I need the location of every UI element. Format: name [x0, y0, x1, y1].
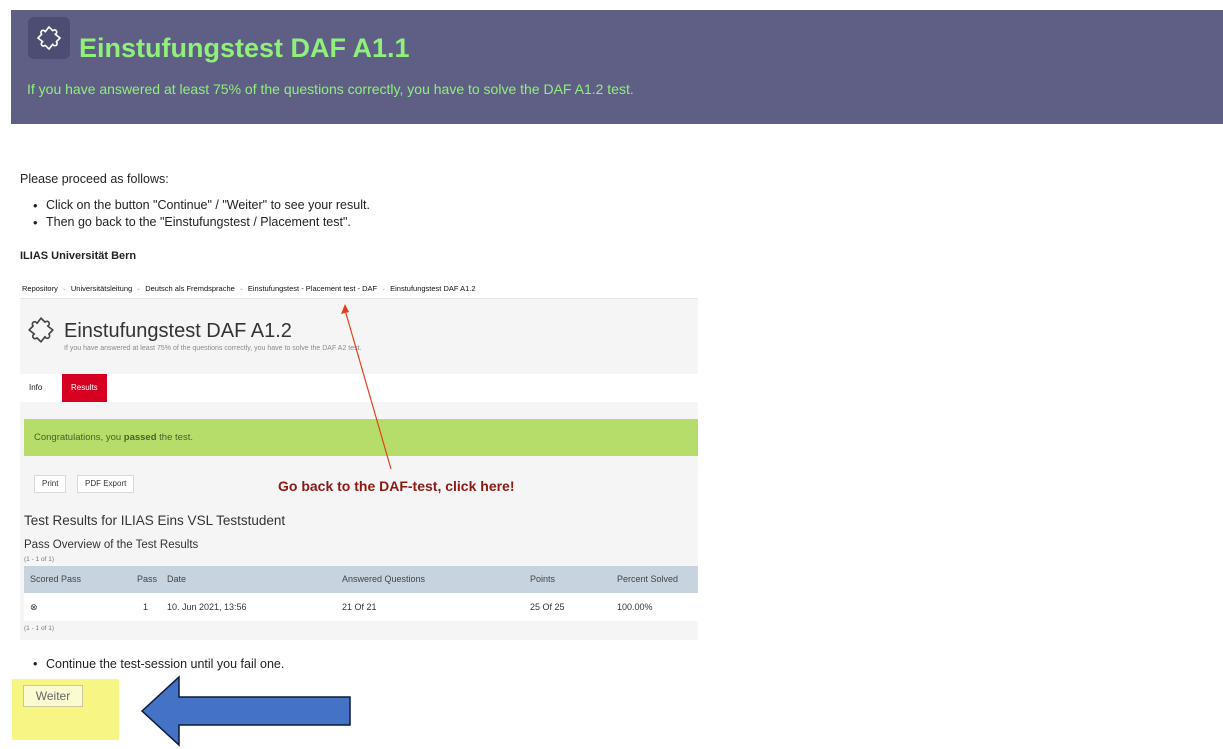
screenshot-source-label: ILIAS Universität Bern — [20, 250, 137, 262]
success-prefix: Congratulations, you — [34, 432, 124, 443]
table-range-bottom: (1 - 1 of 1) — [24, 625, 54, 632]
column-header: Points — [530, 574, 556, 584]
breadcrumb-item-placement-test[interactable]: Einstufungstest - Placement test - DAF — [248, 284, 377, 293]
print-button[interactable]: Print — [34, 475, 67, 493]
table-header: Scored Pass Pass Date Answered Questions… — [24, 566, 698, 593]
weiter-button[interactable]: Weiter — [23, 685, 83, 707]
test-description: If you have answered at least 75% of the… — [64, 345, 362, 352]
page-title: Einstufungstest DAF A1.1 — [79, 33, 410, 63]
column-header: Pass — [137, 574, 158, 584]
column-header: Date — [167, 574, 187, 584]
instruction-step: Then go back to the "Einstufungstest / P… — [33, 214, 370, 231]
success-message: Congratulations, you passed the test. — [24, 419, 698, 456]
embedded-screenshot: Repository ⌄ Universitätsleitung ⌄ Deutsch… — [20, 279, 698, 640]
table-cell: 21 Of 21 — [342, 602, 377, 612]
table-cell: 100.00% — [617, 602, 653, 612]
breadcrumb-separator-icon: ⌄ — [61, 286, 67, 292]
breadcrumb-item[interactable]: Repository — [22, 284, 58, 293]
blue-arrow-icon — [140, 675, 351, 747]
success-suffix: the test. — [156, 432, 193, 443]
instruction-step: Click on the button "Continue" / "Weiter… — [33, 197, 370, 214]
table-cell: 10. Jun 2021, 13:56 — [167, 602, 247, 612]
puzzle-icon — [28, 17, 70, 59]
column-header: Scored Pass — [30, 574, 82, 584]
table-cell: 25 Of 25 — [530, 602, 565, 612]
page-subtitle: If you have answered at least 75% of the… — [27, 81, 634, 97]
tab-results[interactable]: Results — [62, 374, 107, 402]
breadcrumb-item[interactable]: Deutsch als Fremdsprache — [145, 284, 235, 293]
breadcrumb-separator-icon: ⌄ — [238, 286, 244, 292]
table-cell: 1 — [143, 602, 149, 612]
breadcrumb-item[interactable]: Universitätsleitung — [71, 284, 132, 293]
column-header: Answered Questions — [342, 574, 426, 584]
tab-bar: Info Results — [20, 374, 698, 402]
scored-pass-icon: ⊗ — [30, 602, 38, 612]
breadcrumb-separator-icon: ⌄ — [381, 286, 387, 292]
continue-instruction-list: Continue the test-session until you fail… — [33, 657, 284, 671]
breadcrumb: Repository ⌄ Universitätsleitung ⌄ Deutsch… — [20, 279, 698, 299]
pdf-export-button[interactable]: PDF Export — [77, 475, 135, 493]
puzzle-icon — [26, 315, 56, 345]
tab-info[interactable]: Info — [20, 374, 51, 402]
success-bold: passed — [123, 432, 157, 443]
instructions-list: Click on the button "Continue" / "Weiter… — [33, 197, 370, 231]
column-header: Percent Solved — [617, 574, 679, 584]
breadcrumb-separator-icon: ⌄ — [136, 286, 142, 292]
test-title: Einstufungstest DAF A1.2 — [64, 320, 292, 342]
annotation-text: Go back to the DAF-test, click here! — [278, 478, 515, 494]
table-row: ⊗ 1 10. Jun 2021, 13:56 21 Of 21 25 Of 2… — [24, 593, 698, 621]
continue-instruction: Continue the test-session until you fail… — [33, 657, 284, 671]
instructions-intro: Please proceed as follows: — [20, 172, 169, 186]
pass-overview-title: Pass Overview of the Test Results — [24, 539, 199, 551]
table-range-top: (1 - 1 of 1) — [24, 556, 54, 563]
page-header: Einstufungstest DAF A1.1 If you have ans… — [11, 10, 1223, 124]
results-title: Test Results for ILIAS Eins VSL Teststud… — [24, 513, 286, 528]
breadcrumb-item[interactable]: Einstufungstest DAF A1.2 — [390, 284, 475, 293]
